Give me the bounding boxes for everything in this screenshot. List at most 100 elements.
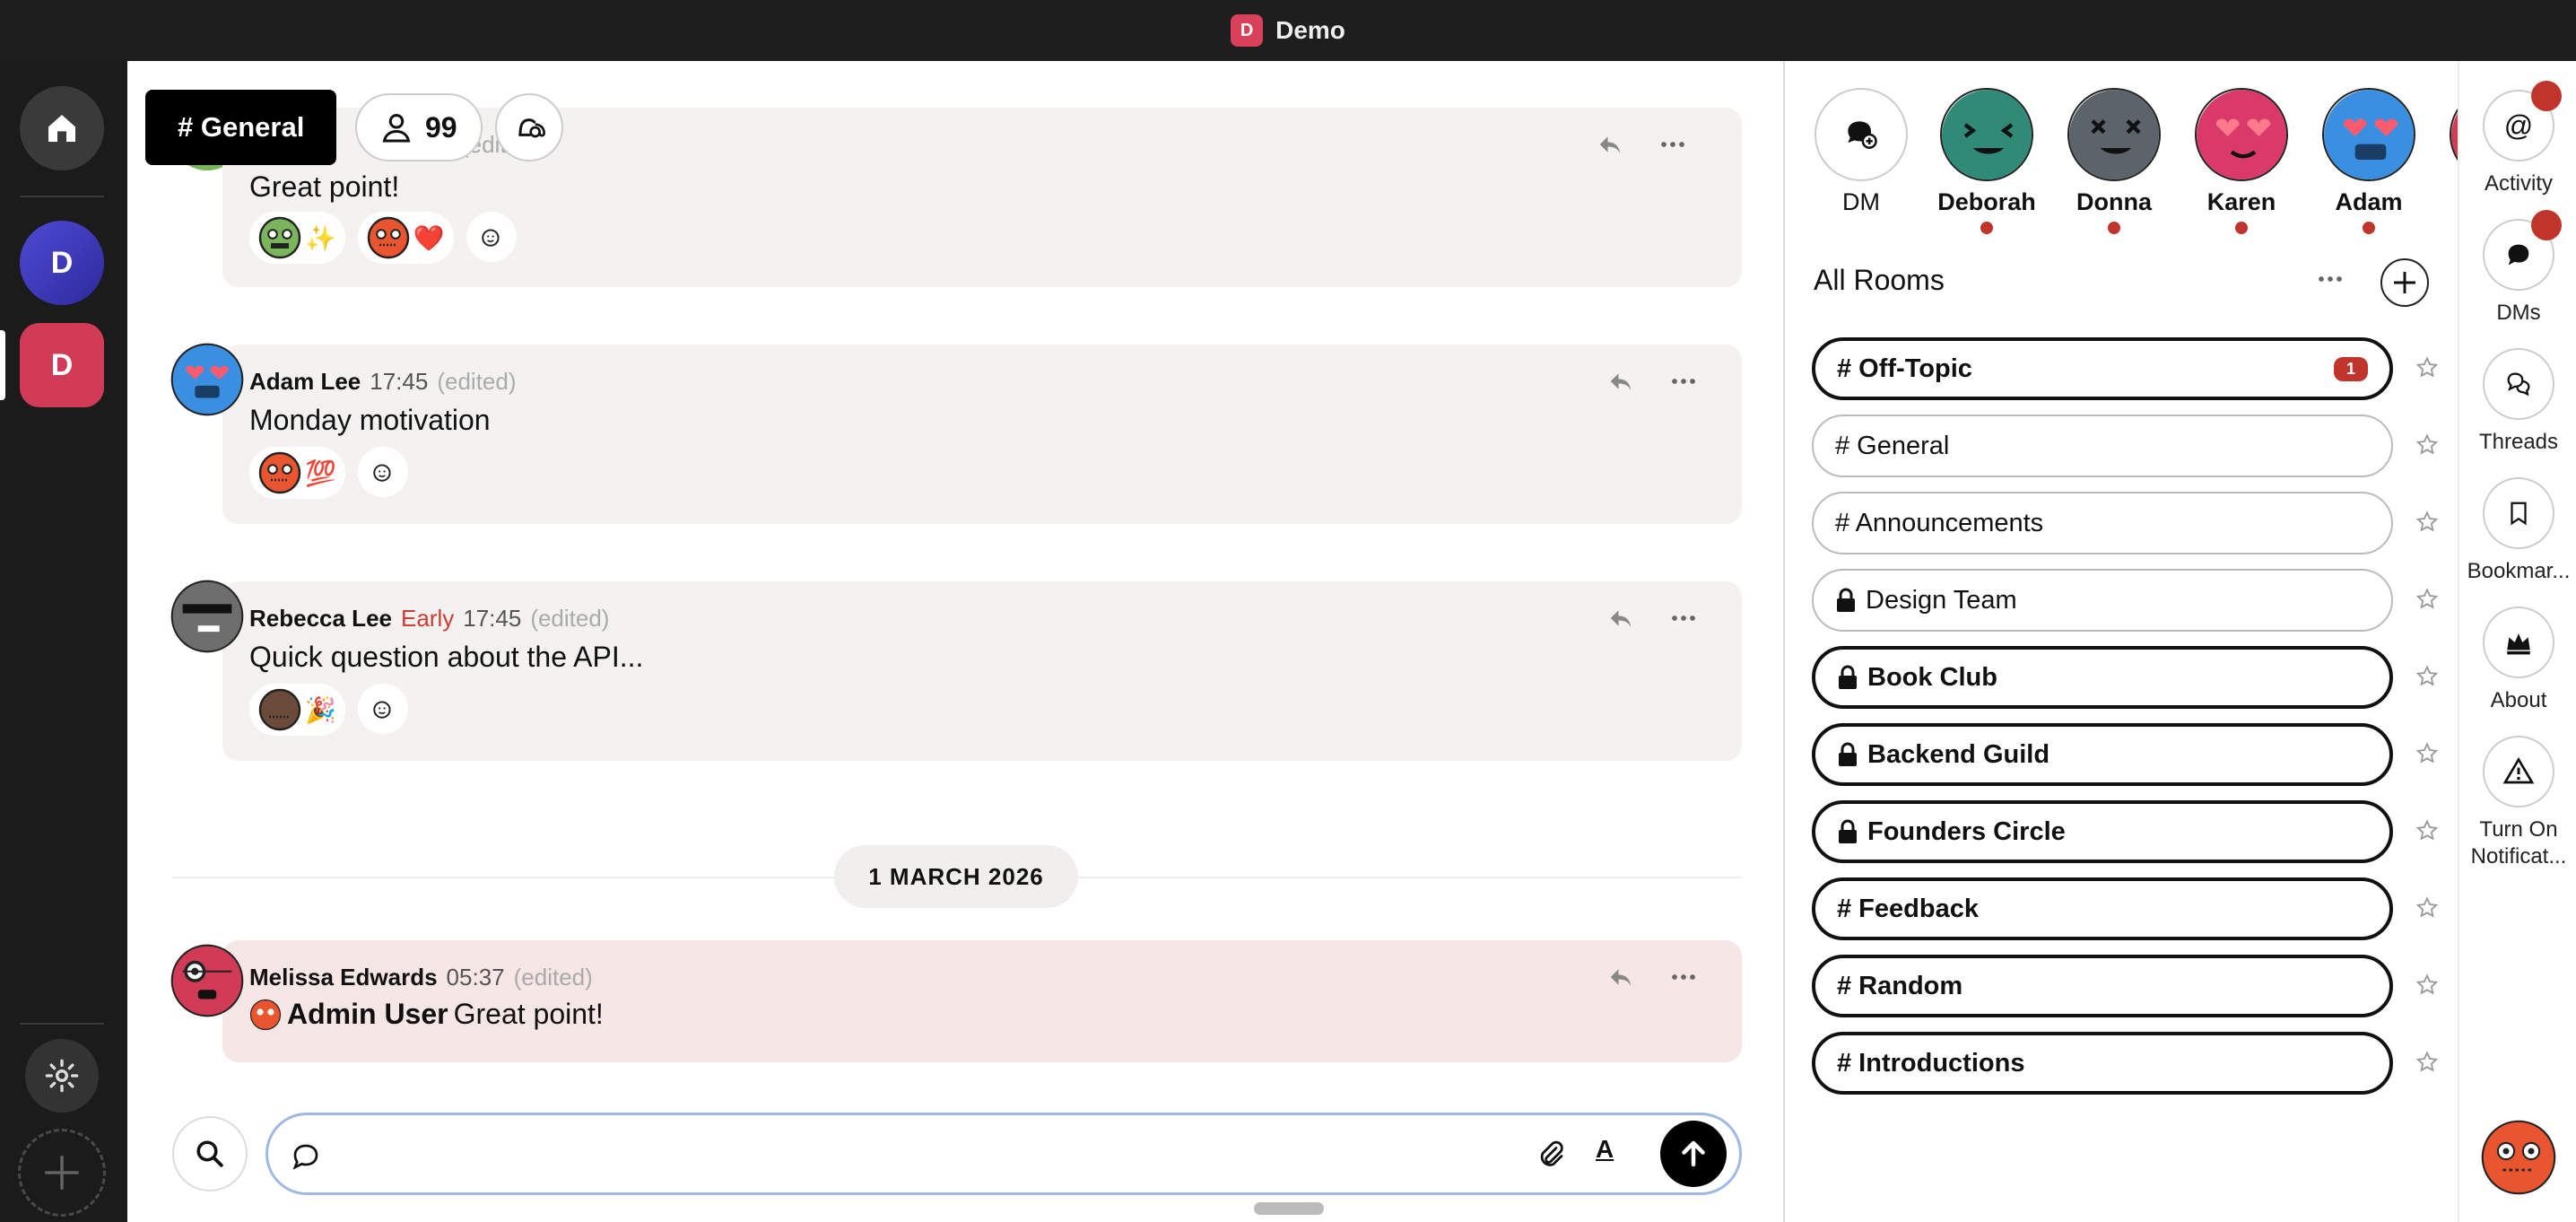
nav-about[interactable]: About: [2459, 607, 2576, 714]
orange-avatar-icon: [249, 999, 282, 1030]
unread-dot: [2363, 222, 2375, 234]
bookmark-icon: [2511, 502, 2527, 526]
dm-adam[interactable]: Adam: [2319, 88, 2418, 234]
room-off-topic[interactable]: # Off-Topic 1: [1812, 337, 2393, 400]
room-announcements[interactable]: # Announcements: [1812, 492, 2393, 554]
search-button[interactable]: [172, 1116, 248, 1191]
message-body: Monday motivation: [249, 404, 491, 436]
channel-title[interactable]: # General: [145, 90, 337, 165]
text-format-button[interactable]: A: [1596, 1135, 1614, 1164]
dm-deborah[interactable]: Deborah: [1937, 88, 2036, 234]
add-room-button[interactable]: [2380, 258, 2429, 307]
reply-icon[interactable]: [1597, 131, 1623, 158]
user-role-tag: Early: [400, 605, 455, 632]
dm-karen[interactable]: Karen: [2192, 88, 2291, 234]
add-reaction-button[interactable]: [466, 212, 517, 262]
nav-label: Threads: [2478, 430, 2559, 454]
user-mention[interactable]: Admin User: [287, 998, 448, 1031]
reactions: ✨ ❤️: [249, 212, 517, 264]
room-design-team[interactable]: Design Team: [1812, 569, 2393, 632]
avatar[interactable]: [170, 343, 244, 416]
nav-activity[interactable]: @ Activity: [2459, 81, 2576, 197]
dm-donna[interactable]: Donna: [2065, 88, 2163, 234]
favorite-star[interactable]: [2413, 894, 2441, 922]
nav-threads[interactable]: Threads: [2459, 348, 2576, 456]
more-icon[interactable]: [1659, 131, 1686, 158]
plus-icon: [2394, 272, 2415, 293]
bell-warning-icon: [2502, 756, 2535, 784]
favorite-star[interactable]: [2413, 816, 2441, 845]
message-author[interactable]: Rebecca Lee: [249, 605, 392, 633]
reaction-sparkles[interactable]: ✨: [249, 212, 345, 264]
send-button[interactable]: [1660, 1121, 1727, 1187]
reply-icon[interactable]: [1607, 605, 1634, 632]
lock-icon: [1837, 588, 1855, 612]
current-user-avatar[interactable]: [2481, 1120, 2556, 1195]
add-workspace-button[interactable]: [18, 1129, 106, 1217]
room-founders-circle[interactable]: Founders Circle: [1812, 800, 2393, 863]
workspace-d-1[interactable]: D: [20, 221, 104, 305]
paperclip-icon[interactable]: [1535, 1139, 1567, 1171]
dm-name: Donna: [2076, 188, 2152, 215]
room-name: Design Team: [1866, 585, 2017, 615]
green-avatar-icon: [258, 216, 301, 259]
message-highlighted: Melissa Edwards 05:37 (edited) Admin Use…: [222, 940, 1742, 1062]
star-icon: [2415, 819, 2439, 841]
avatar[interactable]: [170, 944, 244, 1017]
resize-handle[interactable]: [1254, 1202, 1324, 1215]
star-icon: [2415, 665, 2439, 686]
reaction-100[interactable]: 💯: [249, 447, 345, 499]
more-icon[interactable]: [1670, 368, 1697, 395]
member-count-button[interactable]: 99: [355, 93, 483, 161]
reply-icon[interactable]: [1607, 964, 1634, 991]
reply-icon[interactable]: [1607, 368, 1634, 395]
lock-icon: [1839, 819, 1857, 843]
teal-avatar-icon: [1942, 90, 2032, 179]
home-button[interactable]: [20, 86, 104, 170]
favorite-star[interactable]: [2413, 739, 2441, 768]
nav-turn-on-notifications[interactable]: Turn On Notificat...: [2459, 736, 2576, 870]
message-body: Quick question about the API...: [249, 641, 644, 673]
message-author[interactable]: Melissa Edwards: [249, 964, 438, 991]
workspace-d-2[interactable]: D: [20, 323, 104, 407]
nav-dms[interactable]: DMs: [2459, 210, 2576, 327]
reaction-emoji: ❤️: [413, 223, 445, 252]
add-reaction-button[interactable]: [357, 447, 408, 497]
nav-bookmarks[interactable]: Bookmar...: [2459, 477, 2576, 585]
favorite-star[interactable]: [2413, 971, 2441, 999]
nav-label: Activity: [2484, 171, 2553, 196]
reaction-party[interactable]: 🎉: [249, 684, 345, 736]
lock-icon: [1839, 742, 1857, 766]
at-icon: @: [2503, 109, 2534, 142]
reaction-heart[interactable]: ❤️: [357, 212, 454, 264]
favorite-star[interactable]: [2413, 662, 2441, 691]
notification-dot: [2531, 81, 2562, 111]
room-general[interactable]: # General: [1812, 415, 2393, 477]
avatar[interactable]: [170, 580, 244, 653]
favorite-star[interactable]: [2413, 1048, 2441, 1077]
app-badge: D: [1231, 14, 1264, 47]
room-introductions[interactable]: # Introductions: [1812, 1032, 2393, 1095]
mention-notify-button[interactable]: [495, 93, 563, 161]
more-icon[interactable]: [1670, 964, 1697, 991]
message-input[interactable]: [331, 1131, 1497, 1182]
favorite-star[interactable]: [2413, 354, 2441, 382]
room-feedback[interactable]: # Feedback: [1812, 877, 2393, 940]
new-dm-button[interactable]: DM: [1812, 88, 1910, 216]
dm-name: Deborah: [1937, 188, 2036, 215]
nav-label: Bookmar...: [2467, 559, 2571, 583]
favorite-star[interactable]: [2413, 431, 2441, 459]
room-backend-guild[interactable]: Backend Guild: [1812, 723, 2393, 786]
room-book-club[interactable]: Book Club: [1812, 646, 2393, 709]
favorite-star[interactable]: [2413, 585, 2441, 614]
message-author[interactable]: Adam Lee: [249, 368, 361, 396]
rooms-more-button[interactable]: [2314, 266, 2346, 297]
settings-button[interactable]: [25, 1039, 99, 1113]
favorite-star[interactable]: [2413, 508, 2441, 537]
blue-avatar-icon: [2324, 90, 2414, 179]
add-reaction-button[interactable]: [357, 684, 408, 734]
room-random[interactable]: # Random: [1812, 955, 2393, 1017]
more-icon[interactable]: [1670, 605, 1697, 632]
nav-label: About: [2490, 688, 2547, 712]
unread-dot: [2235, 222, 2248, 234]
